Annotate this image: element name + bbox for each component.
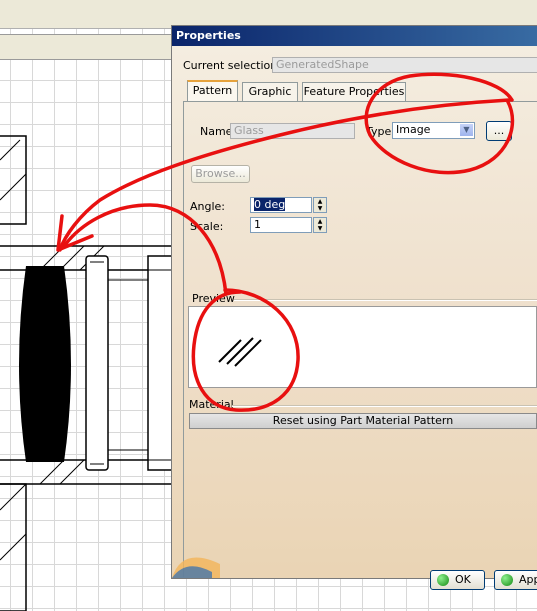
spin-up-icon[interactable]: ▲ xyxy=(314,218,326,225)
type-select-value: Image xyxy=(396,123,431,136)
preview-label: Preview xyxy=(192,292,235,305)
chevron-down-icon[interactable]: ▼ xyxy=(459,123,474,137)
browse-button[interactable]: Browse... xyxy=(191,165,250,183)
ok-button[interactable]: OK xyxy=(430,570,485,590)
apply-button-label: Apply xyxy=(519,573,537,586)
angle-field[interactable]: 0 deg xyxy=(250,197,312,213)
scale-label: Scale: xyxy=(190,220,224,233)
tab-feature-properties[interactable]: Feature Properties xyxy=(302,82,406,101)
spin-down-icon[interactable]: ▼ xyxy=(314,205,326,212)
angle-spinner[interactable]: ▲ ▼ xyxy=(313,197,327,213)
reset-material-button[interactable]: Reset using Part Material Pattern xyxy=(189,413,537,429)
spin-down-icon[interactable]: ▼ xyxy=(314,225,326,232)
scale-spinner[interactable]: ▲ ▼ xyxy=(313,217,327,233)
apply-icon xyxy=(501,574,513,586)
tab-pattern[interactable]: Pattern xyxy=(187,80,238,101)
type-more-button[interactable]: ... xyxy=(486,121,512,141)
type-select[interactable]: Image ▼ xyxy=(392,122,475,139)
ok-icon xyxy=(437,574,449,586)
material-label: Material xyxy=(189,398,234,411)
tab-graphic[interactable]: Graphic xyxy=(242,82,298,101)
dialog-title[interactable]: Properties xyxy=(172,26,537,46)
material-group-line xyxy=(232,405,537,407)
hatch-pattern-preview xyxy=(218,337,262,367)
apply-button[interactable]: Apply xyxy=(494,570,537,590)
properties-dialog: Properties Current selection : Generated… xyxy=(171,25,537,590)
scale-field[interactable]: 1 xyxy=(250,217,312,233)
name-field[interactable]: Glass xyxy=(230,123,355,139)
dialog-decoration xyxy=(172,557,220,578)
angle-value: 0 deg xyxy=(254,198,286,211)
spin-up-icon[interactable]: ▲ xyxy=(314,198,326,205)
type-label: Type: xyxy=(366,125,395,138)
preview-group-line xyxy=(234,299,537,301)
current-selection-field: GeneratedShape xyxy=(272,57,537,73)
angle-label: Angle: xyxy=(190,200,226,213)
preview-box xyxy=(188,306,537,388)
current-selection-label: Current selection : xyxy=(183,59,285,72)
ok-button-label: OK xyxy=(455,573,471,586)
